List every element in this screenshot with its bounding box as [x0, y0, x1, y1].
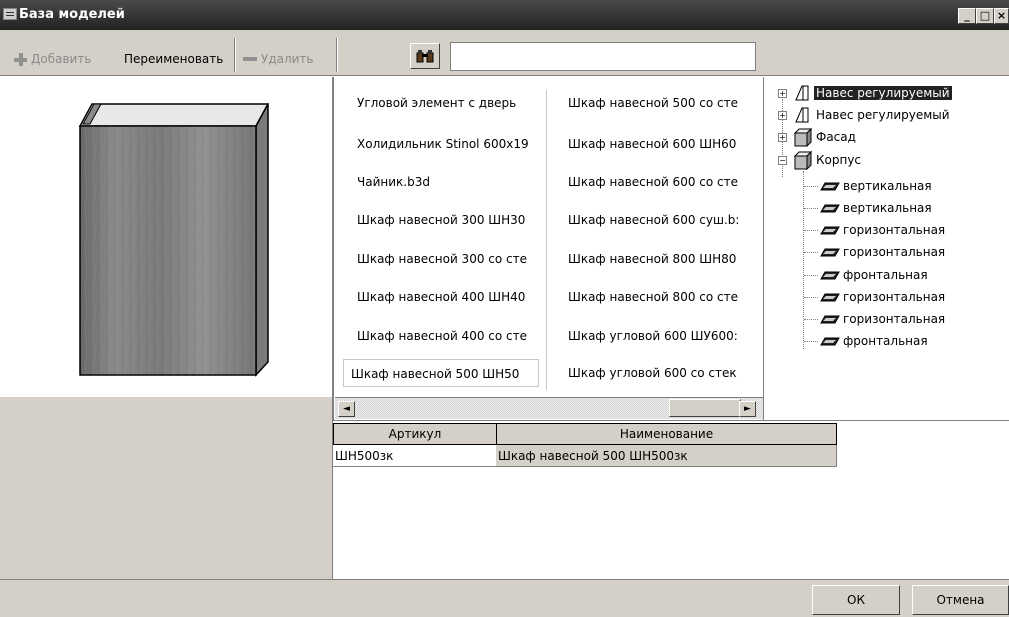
delete-label: Удалить	[261, 52, 314, 66]
scroll-thumb[interactable]	[669, 399, 741, 417]
tree-node-label: Корпус	[816, 153, 862, 167]
tree-node-label: горизонтальная	[843, 223, 946, 237]
model-item[interactable]: Шкаф навесной 800 со сте	[568, 283, 748, 311]
expand-toggle[interactable]: +	[778, 133, 787, 142]
panel-icon	[820, 315, 840, 324]
model-item[interactable]: Шкаф угловой 600 ШУ600:	[568, 322, 748, 350]
tree-node-label: вертикальная	[843, 201, 932, 215]
tree-node[interactable]: горизонтальная	[819, 219, 947, 241]
tree-node[interactable]: горизонтальная	[819, 241, 947, 263]
tree-node[interactable]: горизонтальная	[819, 308, 947, 330]
model-item[interactable]: Шкаф навесной 800 ШН80	[568, 245, 748, 273]
rename-label: Переименовать	[124, 52, 224, 66]
tree-node-label: Фасад	[816, 130, 856, 144]
dialog-footer: ОК Отмена	[0, 579, 1009, 617]
model-preview	[0, 77, 333, 397]
model-item[interactable]: Чайник.b3d	[357, 168, 557, 196]
panel-icon	[820, 248, 840, 257]
delete-button[interactable]: Удалить	[243, 50, 314, 68]
model-item[interactable]: Шкаф навесной 400 ШН40	[357, 283, 557, 311]
panel-icon	[820, 226, 840, 235]
scroll-left-button[interactable]: ◄	[338, 401, 355, 417]
toolbar-separator	[336, 38, 338, 72]
tree-node-label: горизонтальная	[843, 312, 946, 326]
structure-tree: + + + − Навес регулируемый Навес регулир…	[763, 77, 1009, 420]
cancel-button[interactable]: Отмена	[912, 585, 1009, 615]
plus-icon	[14, 52, 27, 66]
model-item[interactable]: Угловой элемент с дверь	[357, 89, 557, 117]
panel-icon	[820, 182, 840, 191]
toolbar: Добавить Переименовать Удалить	[0, 30, 1009, 76]
model-item[interactable]: Шкаф навесной 300 со сте	[357, 245, 557, 273]
toolbar-separator	[234, 38, 236, 72]
hinge-icon	[795, 85, 809, 101]
column-header-article[interactable]: Артикул	[333, 423, 497, 445]
add-button[interactable]: Добавить	[14, 50, 91, 68]
tree-node-label: горизонтальная	[843, 290, 946, 304]
app-icon	[3, 8, 17, 20]
model-item[interactable]: Шкаф навесной 600 ШН60	[568, 130, 748, 158]
box-icon	[793, 150, 813, 170]
ok-button[interactable]: ОК	[812, 585, 900, 615]
search-input[interactable]	[450, 42, 756, 71]
model-item[interactable]: Шкаф навесной 400 со сте	[357, 322, 557, 350]
expand-toggle[interactable]: +	[778, 111, 787, 120]
column-header-name[interactable]: Наименование	[496, 423, 837, 445]
close-button[interactable]: ×	[994, 8, 1009, 24]
tree-node-label: Навес регулируемый	[816, 108, 950, 122]
tree-node[interactable]: фронтальная	[819, 330, 930, 352]
minimize-button[interactable]: _	[958, 8, 976, 24]
panel-icon	[820, 293, 840, 302]
tree-node[interactable]: Корпус	[792, 149, 863, 171]
tree-node[interactable]: горизонтальная	[819, 286, 947, 308]
panel-icon	[820, 271, 840, 280]
binoculars-icon	[416, 50, 434, 63]
panel-icon	[820, 337, 840, 346]
expand-toggle[interactable]: −	[778, 156, 787, 165]
tree-node-label: горизонтальная	[843, 245, 946, 259]
tree-node[interactable]: Навес регулируемый	[792, 82, 952, 104]
table-cell-name[interactable]: Шкаф навесной 500 ШН500зк	[496, 445, 837, 467]
hinge-icon	[795, 107, 809, 123]
minus-icon	[243, 57, 257, 61]
table-cell-article[interactable]: ШН500зк	[333, 445, 497, 467]
tree-node[interactable]: вертикальная	[819, 197, 934, 219]
model-item-selected[interactable]: Шкаф навесной 500 ШН50	[343, 359, 539, 387]
rename-button[interactable]: Переименовать	[124, 50, 223, 68]
tree-node-label: Навес регулируемый	[814, 86, 952, 100]
tree-node-label: фронтальная	[843, 268, 928, 282]
articles-table: Артикул Наименование ШН500зк Шкаф навесн…	[333, 420, 1009, 579]
model-item[interactable]: Шкаф навесной 300 ШН30	[357, 206, 557, 234]
cabinet-preview-image	[78, 103, 270, 377]
tree-node-label: вертикальная	[843, 179, 932, 193]
preview-footer-area	[0, 397, 333, 579]
tree-node[interactable]: Фасад	[792, 126, 858, 148]
expand-toggle[interactable]: +	[778, 89, 787, 98]
model-item[interactable]: Шкаф угловой 600 со стек	[568, 359, 748, 387]
model-item[interactable]: Шкаф навесной 600 со сте	[568, 168, 748, 196]
models-horizontal-scrollbar[interactable]: ◄ ►	[335, 397, 763, 419]
tree-node[interactable]: вертикальная	[819, 175, 934, 197]
tree-node-label: фронтальная	[843, 334, 928, 348]
panel-icon	[820, 204, 840, 213]
find-button[interactable]	[410, 43, 440, 69]
model-item[interactable]: Холидильник Stinol 600x19	[357, 130, 557, 158]
scroll-right-button[interactable]: ►	[739, 401, 756, 417]
model-item[interactable]: Шкаф навесной 500 со сте	[568, 89, 748, 117]
box-icon	[793, 127, 813, 147]
window-title: База моделей	[19, 7, 125, 22]
title-bar: База моделей _ □ ×	[0, 0, 1009, 30]
maximize-button[interactable]: □	[976, 8, 994, 24]
tree-node[interactable]: Навес регулируемый	[792, 104, 952, 126]
add-label: Добавить	[31, 52, 92, 66]
model-item[interactable]: Шкаф навесной 600 суш.b:	[568, 206, 748, 234]
tree-node[interactable]: фронтальная	[819, 264, 930, 286]
